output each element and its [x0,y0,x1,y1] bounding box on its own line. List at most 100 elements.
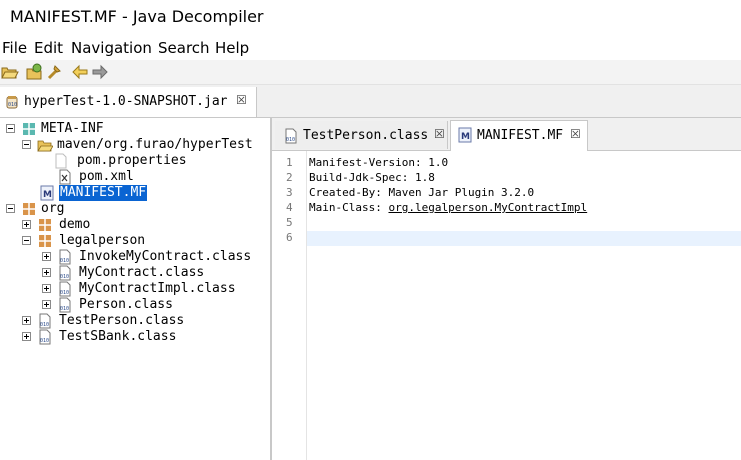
line-number: 3 [286,186,293,199]
manifest-file-icon: M [40,185,54,201]
svg-text:010: 010 [40,322,49,328]
editor-panel: 010 TestPerson.class ☒ M MANIFEST.MF ☒ 1… [272,118,741,460]
tree-node-label: pom.xml [79,169,134,184]
back-arrow-icon[interactable] [71,63,89,81]
line-number: 1 [286,156,293,169]
expand-icon[interactable] [42,284,51,293]
text-file-icon [55,153,67,169]
menu-file[interactable]: File [2,39,27,57]
svg-text:010: 010 [60,274,69,280]
line-number: 4 [286,201,293,214]
tree-node-label: TestSBank.class [59,329,177,344]
code-line: Main-Class: org.legalperson.MyContractIm… [309,201,587,214]
tree-node-label: demo [59,217,91,232]
manifest-file-icon: M [458,127,472,143]
file-tab-strip: 010 hyperTest-1.0-SNAPSHOT.jar ☒ [0,85,741,118]
class-file-icon: 010 [285,128,297,144]
forward-arrow-icon[interactable] [91,63,109,81]
expand-icon[interactable] [22,332,31,341]
tree-node-org[interactable]: org [4,201,264,217]
tree-node-invokemycontract[interactable]: 010 InvokeMyContract.class [4,249,264,265]
class-file-icon: 010 [59,281,71,297]
jar-icon: 010 [6,96,18,109]
tree-node-label: legalperson [59,233,146,248]
svg-text:010: 010 [8,102,17,108]
tab-label: TestPerson.class [303,128,429,143]
tree-node-mycontract[interactable]: 010 MyContract.class [4,265,264,281]
main-class-link[interactable]: org.legalperson.MyContractImpl [388,201,587,214]
tree-node-meta-inf[interactable]: META-INF [4,121,264,137]
tree-node-label: maven/org.furao/hyperTest [57,137,253,152]
expand-icon[interactable] [22,316,31,325]
svg-text:010: 010 [60,258,69,264]
open-file-icon[interactable] [1,63,19,81]
tree-node-label: MANIFEST.MF [59,185,148,201]
open-type-icon[interactable] [26,63,44,81]
tree-node-legalperson[interactable]: legalperson [4,233,264,249]
tree-node-label: MyContract.class [79,265,205,280]
expand-icon[interactable] [42,252,51,261]
code-line: Build-Jdk-Spec: 1.8 [309,171,435,184]
tree-node-demo[interactable]: demo [4,217,264,233]
tree-node-pom-properties[interactable]: pom.properties [4,153,264,169]
tree-node-maven-folder[interactable]: maven/org.furao/hyperTest [4,137,264,153]
code-editor[interactable]: 1 2 3 4 5 6 Manifest-Version: 1.0 Build-… [272,151,741,460]
collapse-icon[interactable] [6,124,15,133]
tree-node-testsbank[interactable]: 010 TestSBank.class [4,329,264,345]
class-file-icon: 010 [39,313,51,329]
menu-bar: File Edit Navigation Search Help [0,36,741,60]
tab-testperson[interactable]: 010 TestPerson.class ☒ [275,121,448,149]
collapse-icon[interactable] [6,204,15,213]
tree-node-label: MyContractImpl.class [79,281,236,296]
search-icon[interactable] [46,63,64,81]
tree-node-manifest[interactable]: M MANIFEST.MF [4,185,264,201]
collapse-icon[interactable] [22,140,31,149]
file-tab-label: hyperTest-1.0-SNAPSHOT.jar [24,94,228,109]
expand-icon[interactable] [22,220,31,229]
tree-node-person[interactable]: 010 Person.class [4,297,264,313]
open-folder-icon [37,140,53,152]
line-number-gutter: 1 2 3 4 5 6 [272,151,307,460]
class-file-icon: 010 [59,249,71,265]
editor-tab-strip: 010 TestPerson.class ☒ M MANIFEST.MF ☒ [272,118,741,151]
xml-file-icon [59,169,71,185]
tab-label: MANIFEST.MF [477,128,564,143]
package-tree: META-INF maven/org.furao/hyperTest pom.p… [0,118,272,460]
line-number: 2 [286,171,293,184]
package-icon [23,203,35,215]
tree-node-label: org [41,201,65,216]
package-icon [23,123,35,135]
class-file-icon: 010 [59,297,71,313]
tree-node-pom-xml[interactable]: pom.xml [4,169,264,185]
line-number: 5 [286,216,293,229]
close-icon[interactable]: ☒ [570,127,581,141]
menu-search[interactable]: Search [158,39,210,57]
class-file-icon: 010 [59,265,71,281]
toolbar [0,60,741,85]
line-number: 6 [286,231,293,244]
tab-manifest[interactable]: M MANIFEST.MF ☒ [450,120,588,151]
close-icon[interactable]: ☒ [236,93,247,107]
menu-navigation[interactable]: Navigation [71,39,152,57]
current-line-highlight [307,231,741,246]
file-tab-jar[interactable]: 010 hyperTest-1.0-SNAPSHOT.jar ☒ [0,87,257,117]
tree-node-testperson[interactable]: 010 TestPerson.class [4,313,264,329]
code-text: Main-Class: [309,201,389,214]
code-line: Manifest-Version: 1.0 [309,156,449,169]
svg-text:010: 010 [60,306,69,312]
package-icon [39,219,51,231]
close-icon[interactable]: ☒ [434,127,445,141]
svg-text:010: 010 [60,290,69,296]
menu-help[interactable]: Help [215,39,249,57]
menu-edit[interactable]: Edit [34,39,63,57]
tree-node-mycontractimpl[interactable]: 010 MyContractImpl.class [4,281,264,297]
tree-node-label: Person.class [79,297,173,312]
expand-icon[interactable] [42,268,51,277]
title-bar: MANIFEST.MF - Java Decompiler [0,0,741,36]
tree-node-label: TestPerson.class [59,313,185,328]
collapse-icon[interactable] [22,236,31,245]
window-title: MANIFEST.MF - Java Decompiler [10,7,264,26]
expand-icon[interactable] [42,300,51,309]
svg-text:M: M [461,132,470,142]
svg-text:M: M [43,190,52,200]
